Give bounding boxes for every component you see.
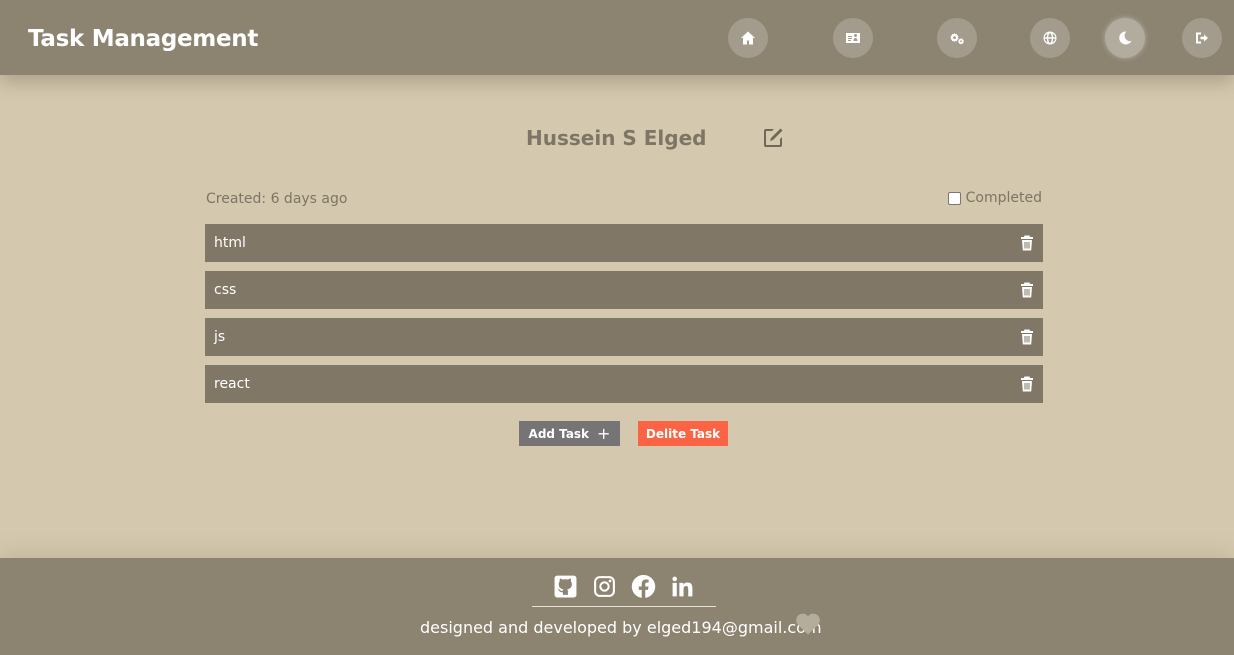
header: Task Management <box>0 0 1234 75</box>
edit-name-button[interactable] <box>761 126 785 150</box>
instagram-icon <box>594 576 615 597</box>
settings-button[interactable] <box>937 18 977 58</box>
footer: designed and developed by elged194@gmail… <box>0 558 1234 655</box>
task-item: css <box>205 271 1043 309</box>
home-button[interactable] <box>728 18 768 58</box>
app-title: Task Management <box>28 26 259 52</box>
logout-button[interactable] <box>1182 18 1222 58</box>
home-icon <box>741 31 755 45</box>
trash-icon <box>1021 235 1033 251</box>
github-icon <box>554 575 577 598</box>
task-list: html css js react <box>205 224 1043 412</box>
delete-task-button[interactable] <box>1020 329 1034 345</box>
delete-task-button[interactable] <box>1020 282 1034 298</box>
profile-button[interactable] <box>833 18 873 58</box>
logout-icon <box>1196 32 1208 44</box>
id-card-icon <box>846 33 860 43</box>
task-card: Hussein S Elged Created: 6 days ago Comp… <box>0 75 1234 558</box>
task-text[interactable]: js <box>214 329 225 345</box>
globe-icon <box>1043 31 1057 45</box>
task-text[interactable]: react <box>214 376 250 392</box>
language-button[interactable] <box>1030 18 1070 58</box>
delete-task-button-main[interactable]: Delite Task <box>638 421 728 446</box>
social-links <box>532 574 716 607</box>
theme-toggle-button[interactable] <box>1105 18 1145 58</box>
github-link[interactable] <box>553 574 578 599</box>
add-task-label: Add Task <box>528 426 590 441</box>
plus-icon: + <box>597 423 611 443</box>
edit-icon <box>764 128 783 147</box>
heart-icon <box>795 613 821 635</box>
trash-icon <box>1021 329 1033 345</box>
moon-icon <box>1119 31 1132 45</box>
linkedin-link[interactable] <box>670 574 695 599</box>
completed-checkbox[interactable] <box>947 191 961 205</box>
credit-text: designed and developed by elged194@gmail… <box>420 618 822 637</box>
add-task-button[interactable]: Add Task + <box>519 421 620 446</box>
instagram-link[interactable] <box>592 574 617 599</box>
completed-toggle: Completed <box>947 190 1042 206</box>
task-text[interactable]: html <box>214 235 246 251</box>
completed-label: Completed <box>965 190 1042 206</box>
user-name: Hussein S Elged <box>526 126 707 150</box>
task-item: html <box>205 224 1043 262</box>
facebook-link[interactable] <box>631 574 656 599</box>
task-item: js <box>205 318 1043 356</box>
trash-icon <box>1021 282 1033 298</box>
task-actions: Add Task + Delite Task <box>519 421 728 446</box>
gears-icon <box>950 33 964 45</box>
trash-icon <box>1021 376 1033 392</box>
created-timestamp: Created: 6 days ago <box>206 191 348 207</box>
task-item: react <box>205 365 1043 403</box>
facebook-icon <box>631 575 656 598</box>
delete-task-button[interactable] <box>1020 235 1034 251</box>
linkedin-icon <box>672 576 693 597</box>
task-text[interactable]: css <box>214 282 236 298</box>
delete-task-button[interactable] <box>1020 376 1034 392</box>
